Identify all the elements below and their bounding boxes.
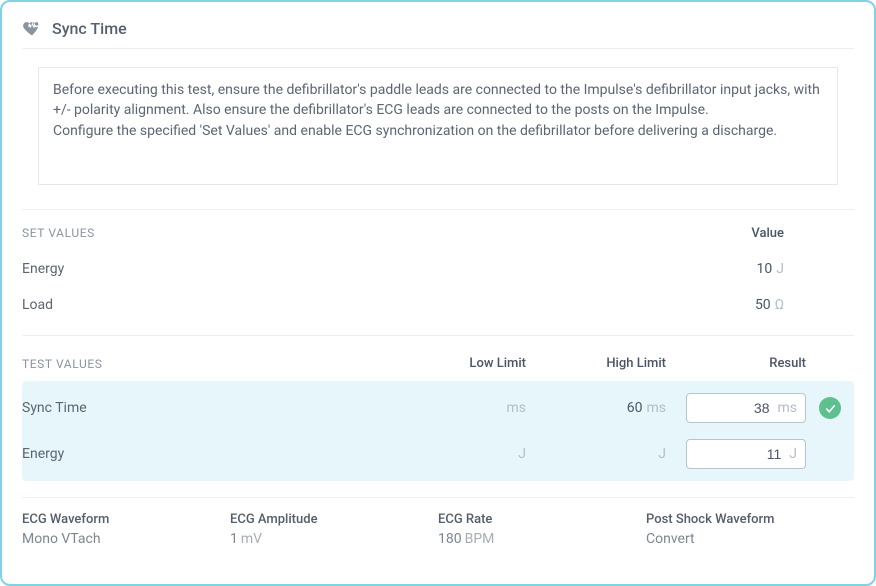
set-value-value: 10J: [664, 261, 854, 277]
footer-label: ECG Rate: [438, 512, 646, 527]
footer-col: Post Shock Waveform Convert: [646, 512, 854, 547]
test-values-low-header: Low Limit: [386, 356, 526, 371]
result-input-wrap[interactable]: ms: [686, 393, 806, 423]
set-values-header: Set Values Value: [22, 222, 854, 251]
result-input-wrap[interactable]: J: [686, 439, 806, 469]
card-header: Sync Time: [22, 16, 854, 49]
set-value-unit: J: [776, 261, 784, 277]
footer-value-unit: mV: [241, 531, 262, 547]
set-value-number: 10: [757, 261, 773, 277]
footer-value-text: 180: [438, 531, 462, 547]
result-unit: J: [789, 446, 797, 462]
heartbeat-icon: [22, 18, 42, 38]
instructions-line-1: Before executing this test, ensure the d…: [53, 80, 823, 121]
footer-value: 1mV: [230, 531, 438, 547]
footer-label: ECG Amplitude: [230, 512, 438, 527]
set-value-label: Load: [22, 297, 53, 313]
test-value-row: Sync Time ms 60ms ms: [22, 385, 854, 431]
result-unit: ms: [777, 400, 797, 416]
divider: [22, 209, 854, 210]
footer-value-unit: BPM: [465, 531, 495, 547]
test-value-high-unit: ms: [646, 400, 666, 416]
set-value-row: Load 50Ω: [22, 287, 854, 323]
footer-value: Convert: [646, 531, 854, 547]
footer-params: ECG Waveform Mono VTach ECG Amplitude 1m…: [22, 510, 854, 547]
test-value-high-number: 60: [627, 400, 643, 416]
test-value-result-cell: ms: [666, 393, 806, 423]
result-input[interactable]: [727, 445, 783, 463]
set-values-value-header: Value: [734, 226, 854, 241]
test-values-rows: Sync Time ms 60ms ms: [22, 381, 854, 481]
set-values-rows: Energy 10J Load 50Ω: [22, 251, 854, 323]
instructions-line-2: Configure the specified 'Set Values' and…: [53, 121, 823, 141]
card-title: Sync Time: [52, 19, 127, 38]
footer-value-text: Mono VTach: [22, 531, 101, 547]
instructions-box: Before executing this test, ensure the d…: [38, 67, 838, 185]
test-value-low-unit: ms: [506, 400, 526, 416]
footer-value-text: Convert: [646, 531, 695, 547]
pass-icon: [819, 397, 841, 419]
test-values-header: Test Values Low Limit High Limit Result: [22, 348, 854, 381]
test-values-high-header: High Limit: [526, 356, 666, 371]
divider: [22, 497, 854, 498]
test-value-low: ms: [386, 400, 526, 416]
footer-value: Mono VTach: [22, 531, 230, 547]
test-value-row: Energy J J J: [22, 431, 854, 477]
footer-label: ECG Waveform: [22, 512, 230, 527]
footer-label: Post Shock Waveform: [646, 512, 854, 527]
test-value-result-cell: J: [666, 439, 806, 469]
test-value-high: J: [526, 446, 666, 462]
test-value-high-unit: J: [658, 446, 666, 462]
set-value-number: 50: [755, 297, 771, 313]
test-value-low: J: [386, 446, 526, 462]
test-values-block: Test Values Low Limit High Limit Result …: [22, 348, 854, 481]
footer-col: ECG Amplitude 1mV: [230, 512, 438, 547]
test-values-result-header: Result: [666, 356, 806, 371]
test-values-label: Test Values: [22, 357, 386, 371]
footer-col: ECG Waveform Mono VTach: [22, 512, 230, 547]
divider: [22, 335, 854, 336]
set-value-unit: Ω: [775, 297, 784, 313]
test-value-low-unit: J: [518, 446, 526, 462]
footer-value: 180BPM: [438, 531, 646, 547]
footer-col: ECG Rate 180BPM: [438, 512, 646, 547]
set-value-label: Energy: [22, 261, 64, 277]
set-values-label: Set Values: [22, 226, 95, 240]
result-input[interactable]: [715, 399, 771, 417]
test-value-high: 60ms: [526, 400, 666, 416]
footer-value-text: 1: [230, 531, 238, 547]
test-value-name: Sync Time: [22, 400, 386, 416]
test-value-status: [806, 397, 854, 419]
set-value-row: Energy 10J: [22, 251, 854, 287]
test-card: Sync Time Before executing this test, en…: [0, 0, 876, 586]
set-value-value: 50Ω: [664, 297, 854, 313]
test-value-name: Energy: [22, 446, 386, 462]
